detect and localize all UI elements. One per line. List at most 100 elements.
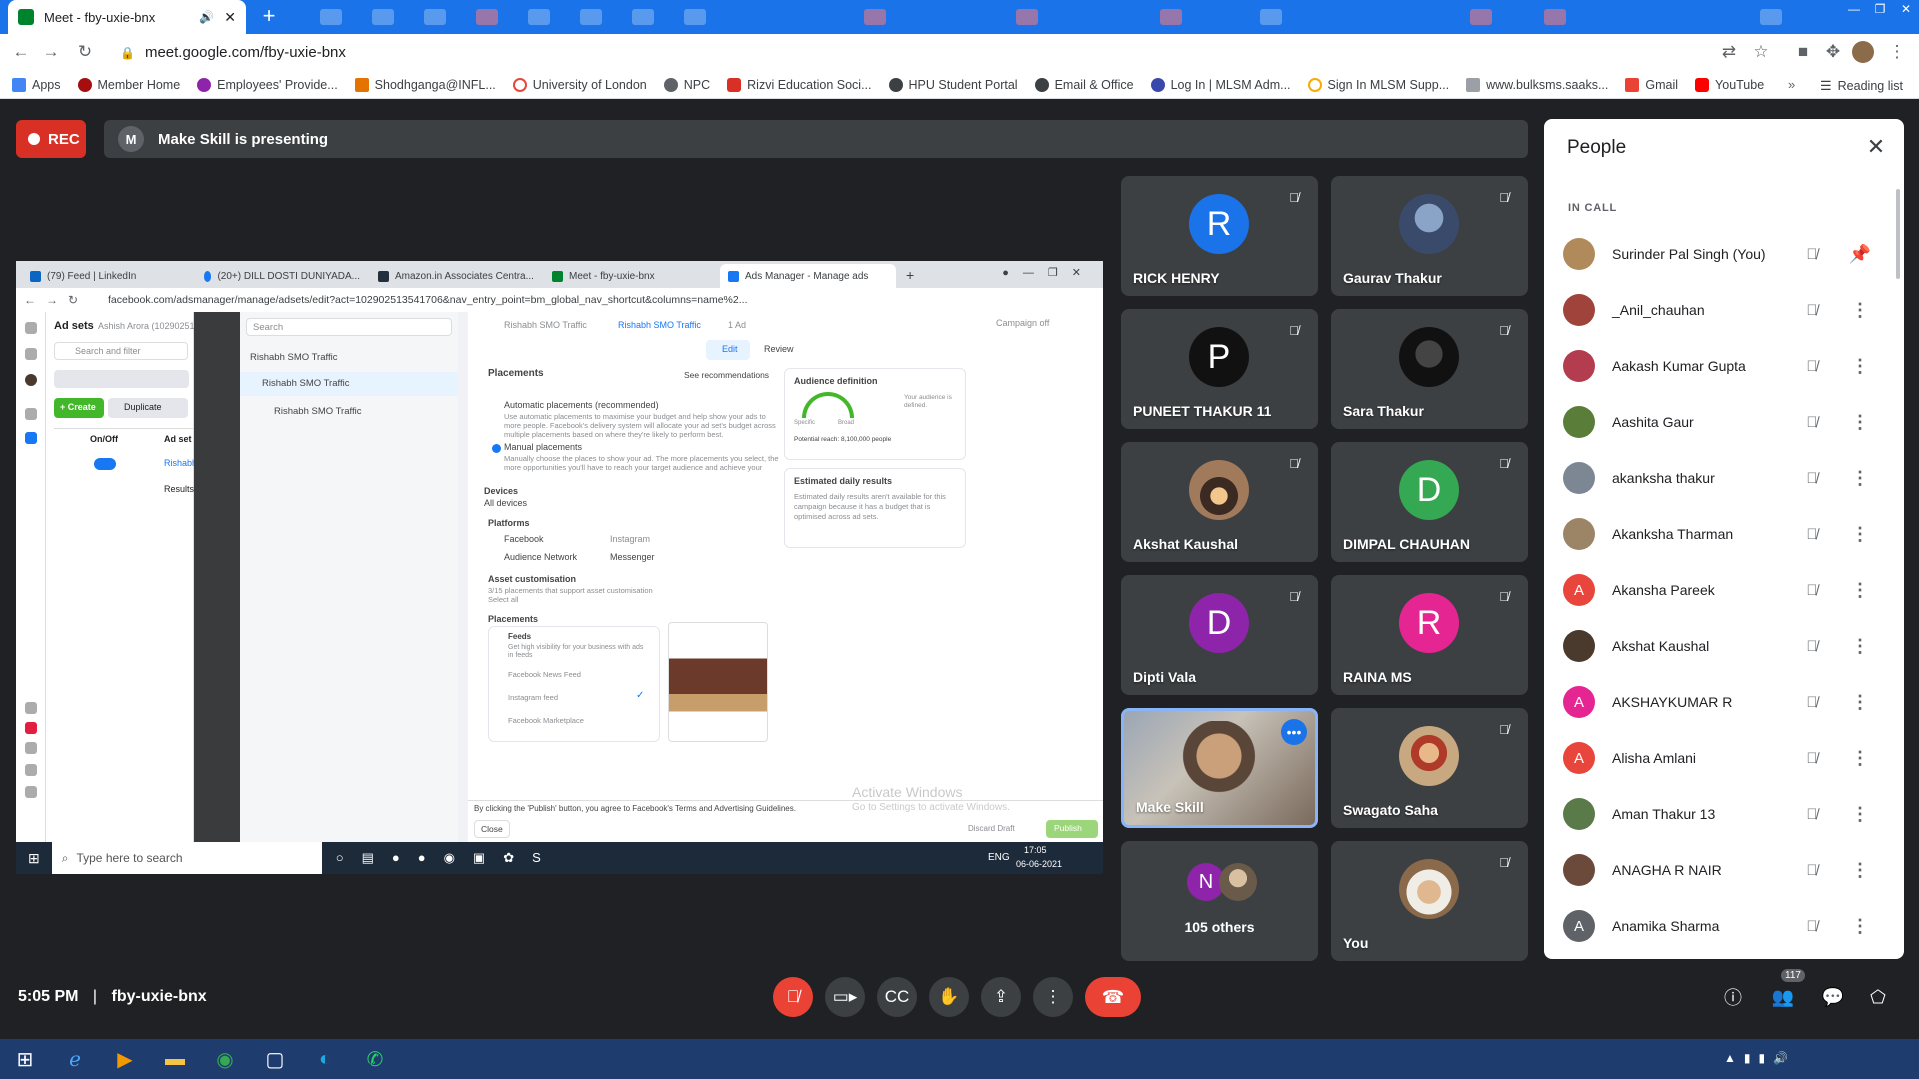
mic-off-icon[interactable]: 🎙̸ [1800, 858, 1824, 882]
bookmark-item[interactable]: Member Home [77, 77, 180, 92]
chrome-icon[interactable]: ◉ [200, 1039, 250, 1079]
bookmark-star-icon[interactable]: ☆ [1750, 41, 1772, 63]
pinned-tab-icon[interactable] [372, 9, 394, 25]
more-vert-icon[interactable]: ⋮ [1848, 746, 1872, 770]
raise-hand-button[interactable]: ✋ [929, 977, 969, 1017]
participant-row[interactable]: Akshat Kaushal 🎙̸ ⋮ [1544, 618, 1904, 674]
participant-row[interactable]: akanksha thakur 🎙̸ ⋮ [1544, 450, 1904, 506]
tile-others[interactable]: N 105 others [1121, 841, 1318, 961]
extension-icon[interactable]: ■ [1792, 41, 1814, 63]
address-bar[interactable]: 🔒 meet.google.com/fby-uxie-bnx [110, 38, 1770, 67]
mic-off-icon[interactable]: 🎙̸ [1800, 578, 1824, 602]
mic-off-icon[interactable]: 🎙̸ [1800, 914, 1824, 938]
tab-close-icon[interactable]: ✕ [224, 9, 236, 26]
tile-make-skill-video[interactable]: ••• Make Skill [1121, 708, 1318, 828]
close-icon[interactable]: ✕ [1862, 133, 1890, 161]
bookmark-item[interactable]: www.bulksms.saaks... [1466, 77, 1608, 92]
internet-explorer-icon[interactable]: ℯ [50, 1039, 100, 1079]
participant-row[interactable]: A Akansha Pareek 🎙̸ ⋮ [1544, 562, 1904, 618]
more-vert-icon[interactable]: ⋮ [1848, 410, 1872, 434]
participant-row[interactable]: Akanksha Tharman 🎙̸ ⋮ [1544, 506, 1904, 562]
mic-off-icon[interactable]: 🎙̸ [1800, 522, 1824, 546]
profile-avatar[interactable] [1852, 41, 1874, 63]
forward-icon[interactable]: → [40, 41, 62, 63]
bookmark-item[interactable]: NPC [663, 77, 710, 92]
bookmark-youtube[interactable]: YouTube [1695, 77, 1764, 92]
pinned-tab-icon[interactable] [476, 9, 498, 25]
pinned-tab-icon[interactable] [864, 9, 886, 25]
pinned-tab-icon[interactable] [1016, 9, 1038, 25]
mic-off-icon[interactable]: 🎙̸ [1800, 242, 1824, 266]
tile-rick-henry[interactable]: R 🎙̸ RICK HENRY [1121, 176, 1318, 296]
more-vert-icon[interactable]: ⋮ [1848, 578, 1872, 602]
pinned-tab-icon[interactable] [320, 9, 342, 25]
mic-off-icon[interactable]: 🎙̸ [1800, 746, 1824, 770]
bookmark-item[interactable]: Rizvi Education Soci... [727, 77, 872, 92]
pinned-tab-icon[interactable] [1260, 9, 1282, 25]
tile-dipti-vala[interactable]: D 🎙̸ Dipti Vala [1121, 575, 1318, 695]
lock-icon[interactable]: 🔒 [120, 46, 135, 60]
pinned-tab-icon[interactable] [632, 9, 654, 25]
tile-gaurav-thakur[interactable]: 🎙̸ Gaurav Thakur [1331, 176, 1528, 296]
bookmark-item[interactable]: Email & Office [1034, 77, 1134, 92]
shared-screen[interactable]: (79) Feed | LinkedIn (20+) DILL DOSTI DU… [16, 261, 1103, 874]
tile-swagato-saha[interactable]: 🎙̸ Swagato Saha [1331, 708, 1528, 828]
close-window-icon[interactable]: ✕ [1893, 0, 1919, 18]
pinned-tab-icon[interactable] [684, 9, 706, 25]
menu-kebab-icon[interactable]: ⋮ [1886, 41, 1908, 63]
bookmark-apps[interactable]: Apps [12, 77, 61, 92]
file-explorer-icon[interactable]: ▬ [150, 1039, 200, 1079]
media-player-icon[interactable]: ▶ [100, 1039, 150, 1079]
bookmark-gmail[interactable]: Gmail [1625, 77, 1678, 92]
people-button[interactable]: 👥 117 [1765, 969, 1805, 1015]
tile-sara-thakur[interactable]: 🎙̸ Sara Thakur [1331, 309, 1528, 429]
present-button[interactable]: ⇪ [981, 977, 1021, 1017]
more-options-icon[interactable]: ••• [1281, 719, 1307, 745]
translate-icon[interactable]: ⇄ [1718, 41, 1740, 63]
participant-row[interactable]: Aakash Kumar Gupta 🎙̸ ⋮ [1544, 338, 1904, 394]
windows-start-icon[interactable]: ⊞ [0, 1039, 50, 1079]
more-vert-icon[interactable]: ⋮ [1848, 690, 1872, 714]
participant-row[interactable]: _Anil_chauhan 🎙̸ ⋮ [1544, 282, 1904, 338]
more-vert-icon[interactable]: ⋮ [1848, 522, 1872, 546]
more-vert-icon[interactable]: ⋮ [1848, 466, 1872, 490]
system-tray-icons[interactable]: ▲▮▮🔊 [1724, 1051, 1796, 1065]
mic-off-icon[interactable]: 🎙̸ [1800, 690, 1824, 714]
tile-akshat-kaushal[interactable]: 🎙̸ Akshat Kaushal [1121, 442, 1318, 562]
pinned-tab-icon[interactable] [580, 9, 602, 25]
camera-toggle-button[interactable]: ▭▸ [825, 977, 865, 1017]
pinned-tab-icon[interactable] [528, 9, 550, 25]
pinned-tab-icon[interactable] [1470, 9, 1492, 25]
tile-you[interactable]: 🎙̸ You [1331, 841, 1528, 961]
more-vert-icon[interactable]: ⋮ [1848, 858, 1872, 882]
reading-list-button[interactable]: ☰ Reading list [1820, 78, 1903, 94]
bookmark-item[interactable]: Sign In MLSM Supp... [1307, 77, 1449, 92]
chat-app-icon[interactable]: ▢ [250, 1039, 300, 1079]
pinned-tab-icon[interactable] [1160, 9, 1182, 25]
participant-row[interactable]: Aashita Gaur 🎙̸ ⋮ [1544, 394, 1904, 450]
restore-icon[interactable]: ❐ [1867, 0, 1893, 18]
participant-row[interactable]: A Alisha Amlani 🎙̸ ⋮ [1544, 730, 1904, 786]
bookmark-item[interactable]: Employees' Provide... [197, 77, 338, 92]
more-vert-icon[interactable]: ⋮ [1848, 354, 1872, 378]
bookmark-item[interactable]: University of London [512, 77, 647, 92]
bookmark-item[interactable]: Shodhganga@INFL... [354, 77, 496, 92]
puzzle-icon[interactable]: ✥ [1822, 41, 1844, 63]
new-tab-button[interactable]: + [256, 4, 282, 30]
whatsapp-icon[interactable]: ✆ [350, 1039, 400, 1079]
participant-row[interactable]: A AKSHAYKUMAR R 🎙̸ ⋮ [1544, 674, 1904, 730]
reload-icon[interactable]: ↻ [74, 41, 96, 63]
edge-icon[interactable]: ◐ [300, 1039, 350, 1079]
tile-dimpal-chauhan[interactable]: D 🎙̸ DIMPAL CHAUHAN [1331, 442, 1528, 562]
mic-off-icon[interactable]: 🎙̸ [1800, 354, 1824, 378]
mic-off-icon[interactable]: 🎙̸ [1800, 802, 1824, 826]
participant-row[interactable]: A Anamika Sharma 🎙̸ ⋮ [1544, 898, 1904, 954]
back-icon[interactable]: ← [10, 41, 32, 63]
chat-button[interactable]: 💬 [1815, 979, 1851, 1015]
bookmark-item[interactable]: Log In | MLSM Adm... [1150, 77, 1291, 92]
more-vert-icon[interactable]: ⋮ [1848, 914, 1872, 938]
captions-button[interactable]: CC [877, 977, 917, 1017]
meeting-details-button[interactable]: ⓘ [1715, 979, 1751, 1015]
tab-audio-icon[interactable]: 🔊 [199, 10, 214, 24]
pinned-tab-icon[interactable] [1544, 9, 1566, 25]
